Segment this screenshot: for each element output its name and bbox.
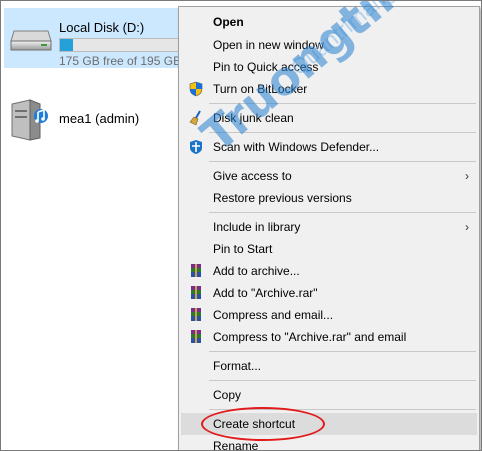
winrar-icon — [191, 330, 201, 343]
media-server-name: mea1 (admin) — [59, 111, 140, 126]
media-server-icon — [11, 99, 48, 141]
menu-item-pin-to-start[interactable]: Pin to Start — [181, 238, 477, 260]
menu-item-restore-previous-versions[interactable]: Restore previous versions — [181, 187, 477, 209]
menu-item-copy[interactable]: Copy — [181, 384, 477, 406]
winrar-icon — [191, 264, 201, 277]
menu-item-add-to-archive-rar[interactable]: Add to "Archive.rar" — [181, 282, 477, 304]
window-frame: Local Disk (D:) 175 GB free of 195 GB me… — [0, 0, 482, 451]
annotation-circle — [201, 407, 325, 441]
menu-separator — [209, 380, 476, 381]
drive-usage-bar — [59, 38, 189, 52]
menu-item-add-to-archive[interactable]: Add to archive... — [181, 260, 477, 282]
submenu-arrow-icon: › — [465, 220, 469, 234]
menu-item-format[interactable]: Format... — [181, 355, 477, 377]
winrar-icon — [191, 286, 201, 299]
menu-separator — [209, 351, 476, 352]
media-server-item[interactable] — [8, 98, 50, 147]
drive-free-space: 175 GB free of 195 GB — [59, 54, 182, 68]
submenu-arrow-icon: › — [465, 169, 469, 183]
drive-name: Local Disk (D:) — [59, 20, 145, 35]
menu-item-compress-and-email[interactable]: Compress and email... — [181, 304, 477, 326]
winrar-icon — [191, 308, 201, 321]
menu-item-include-in-library[interactable]: Include in library › — [181, 216, 477, 238]
uac-shield-icon — [189, 81, 203, 97]
menu-item-give-access-to[interactable]: Give access to › — [181, 165, 477, 187]
drive-tile-local-disk-d[interactable]: Local Disk (D:) 175 GB free of 195 GB — [4, 8, 194, 68]
drive-usage-fill — [60, 39, 74, 51]
menu-separator — [209, 161, 476, 162]
menu-item-compress-to-archive-rar-and-email[interactable]: Compress to "Archive.rar" and email — [181, 326, 477, 348]
menu-separator — [209, 212, 476, 213]
hard-drive-icon — [10, 30, 52, 51]
defender-shield-icon — [190, 140, 202, 154]
